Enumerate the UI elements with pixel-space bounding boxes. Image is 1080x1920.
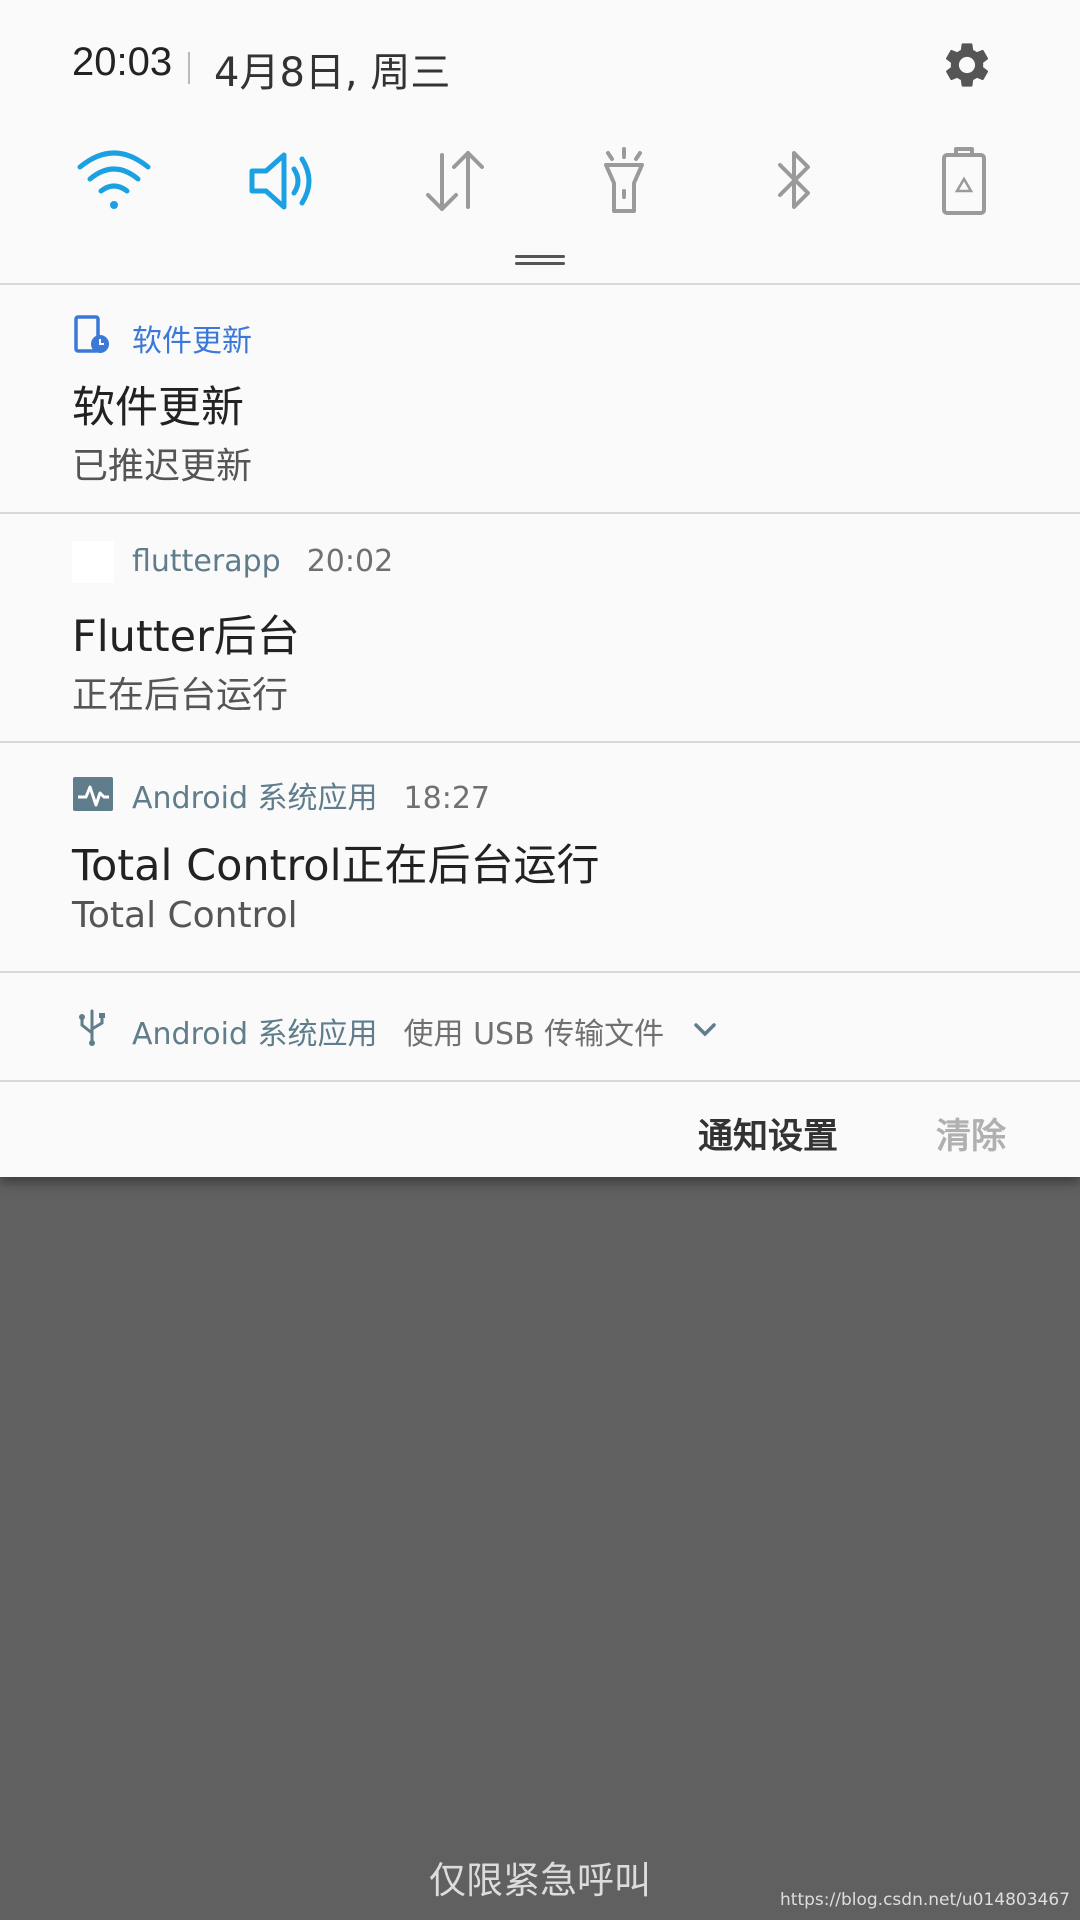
gear-icon[interactable] [940,38,994,92]
watermark: https://blog.csdn.net/u014803467 [780,1890,1070,1910]
notification-settings-button[interactable]: 通知设置 [698,1108,838,1159]
activity-icon [73,777,113,811]
notification-app-name: flutterapp 20:02 [132,544,393,579]
clear-button[interactable]: 清除 [936,1108,1006,1159]
notification-usb[interactable]: Android 系统应用 使用 USB 传输文件 [0,973,1080,1082]
clock-divider [188,52,190,84]
app-name-text: Android 系统应用 [132,781,378,816]
notification-title: 软件更新 [72,383,244,433]
flashlight-icon[interactable] [584,145,664,217]
notification-shade: 20:03 4月8日, 周三 软件更新 软件更新 已推迟更新 flutterap… [0,0,1080,1177]
chevron-down-icon[interactable] [692,1019,718,1039]
notification-app-name: 软件更新 [132,324,252,359]
notification-subtitle: Total Control [72,895,298,936]
notification-flutterapp[interactable]: flutterapp 20:02 Flutter后台 正在后台运行 [0,514,1080,743]
wifi-icon[interactable] [74,145,154,217]
notification-app-name: Android 系统应用 使用 USB 传输文件 [132,1009,664,1053]
usb-icon [79,1009,105,1046]
data-transfer-icon[interactable] [414,145,494,217]
status-clock: 20:03 [72,40,173,84]
power-saving-icon[interactable] [924,145,1004,217]
drag-handle[interactable] [515,255,565,265]
app-name-text: flutterapp [132,544,281,579]
app-name-text: Android 系统应用 [132,1017,378,1052]
notification-total-control[interactable]: Android 系统应用 18:27 Total Control正在后台运行 To… [0,743,1080,973]
notification-subtitle: 正在后台运行 [72,675,289,716]
notification-title: Flutter后台 [72,612,300,662]
sound-icon[interactable] [244,145,324,217]
bluetooth-icon[interactable] [754,145,834,217]
notification-software-update[interactable]: 软件更新 软件更新 已推迟更新 [0,285,1080,514]
software-update-icon [74,315,109,353]
status-date[interactable]: 4月8日, 周三 [214,40,450,98]
notification-time: 20:02 [306,544,394,579]
quick-settings-header: 20:03 4月8日, 周三 [0,0,1080,285]
notification-app-name: Android 系统应用 18:27 [132,773,490,817]
flutterapp-icon [72,541,114,583]
notification-title: Total Control正在后台运行 [72,841,600,891]
notification-subtitle: 已推迟更新 [72,446,253,487]
notification-summary: 使用 USB 传输文件 [403,1017,665,1052]
notification-time: 18:27 [403,781,490,816]
notification-footer: 通知设置 清除 [0,1082,1080,1177]
